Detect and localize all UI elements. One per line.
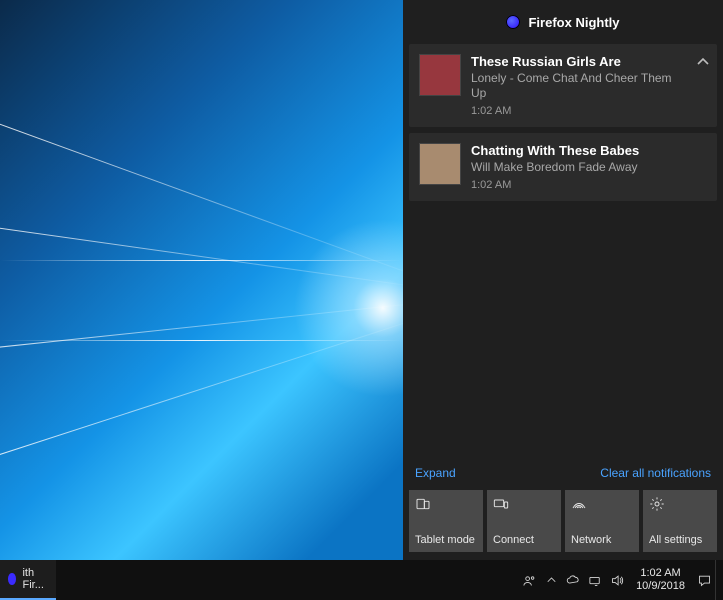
network-icon [571, 496, 587, 512]
notification-body: Lonely - Come Chat And Cheer Them Up [471, 71, 689, 101]
chevron-up-icon[interactable] [695, 54, 711, 70]
people-icon[interactable] [518, 560, 540, 600]
system-tray: 1:02 AM 10/9/2018 [518, 560, 723, 600]
expand-link[interactable]: Expand [415, 466, 456, 480]
clock-date: 10/9/2018 [636, 580, 685, 593]
quick-action-label: Network [571, 534, 633, 546]
quick-action-network[interactable]: Network [565, 490, 639, 552]
notification-title: Chatting With These Babes [471, 143, 689, 159]
tablet-mode-icon [415, 496, 431, 512]
action-center-panel: Firefox Nightly These Russian Girls Are … [403, 0, 723, 560]
desktop-wallpaper [0, 0, 403, 560]
notification-card[interactable]: These Russian Girls Are Lonely - Come Ch… [409, 44, 717, 127]
notification-time: 1:02 AM [471, 179, 689, 191]
action-center-icon[interactable] [693, 560, 715, 600]
clear-all-link[interactable]: Clear all notifications [600, 466, 711, 480]
taskbar-app-label: ith Fir... [22, 567, 48, 591]
show-desktop-button[interactable] [715, 560, 723, 600]
quick-action-all-settings[interactable]: All settings [643, 490, 717, 552]
quick-action-connect[interactable]: Connect [487, 490, 561, 552]
notification-title: These Russian Girls Are [471, 54, 689, 70]
notification-list: These Russian Girls Are Lonely - Come Ch… [403, 44, 723, 207]
quick-action-tablet-mode[interactable]: Tablet mode [409, 490, 483, 552]
settings-icon [649, 496, 665, 512]
firefox-nightly-icon [506, 15, 520, 29]
action-center-links: Expand Clear all notifications [403, 456, 723, 490]
onedrive-icon[interactable] [562, 560, 584, 600]
notification-time: 1:02 AM [471, 105, 689, 117]
quick-action-label: Connect [493, 534, 555, 546]
taskbar-app-button[interactable]: ith Fir... [0, 560, 56, 600]
taskbar: ith Fir... 1:02 AM 10/9/2018 [0, 560, 723, 600]
quick-actions-row: Tablet mode Connect Network All settings [403, 490, 723, 560]
action-center-app-name: Firefox Nightly [528, 15, 619, 30]
connect-icon [493, 496, 509, 512]
action-center-header: Firefox Nightly [403, 0, 723, 44]
quick-action-label: Tablet mode [415, 534, 477, 546]
volume-icon[interactable] [606, 560, 628, 600]
taskbar-clock[interactable]: 1:02 AM 10/9/2018 [628, 567, 693, 593]
network-tray-icon[interactable] [584, 560, 606, 600]
notification-thumbnail [419, 143, 461, 185]
notification-card[interactable]: Chatting With These Babes Will Make Bore… [409, 133, 717, 201]
tray-chevron-up-icon[interactable] [540, 560, 562, 600]
quick-action-label: All settings [649, 534, 711, 546]
notification-thumbnail [419, 54, 461, 96]
firefox-nightly-icon [8, 573, 16, 585]
clock-time: 1:02 AM [636, 567, 685, 580]
notification-body: Will Make Boredom Fade Away [471, 160, 689, 175]
